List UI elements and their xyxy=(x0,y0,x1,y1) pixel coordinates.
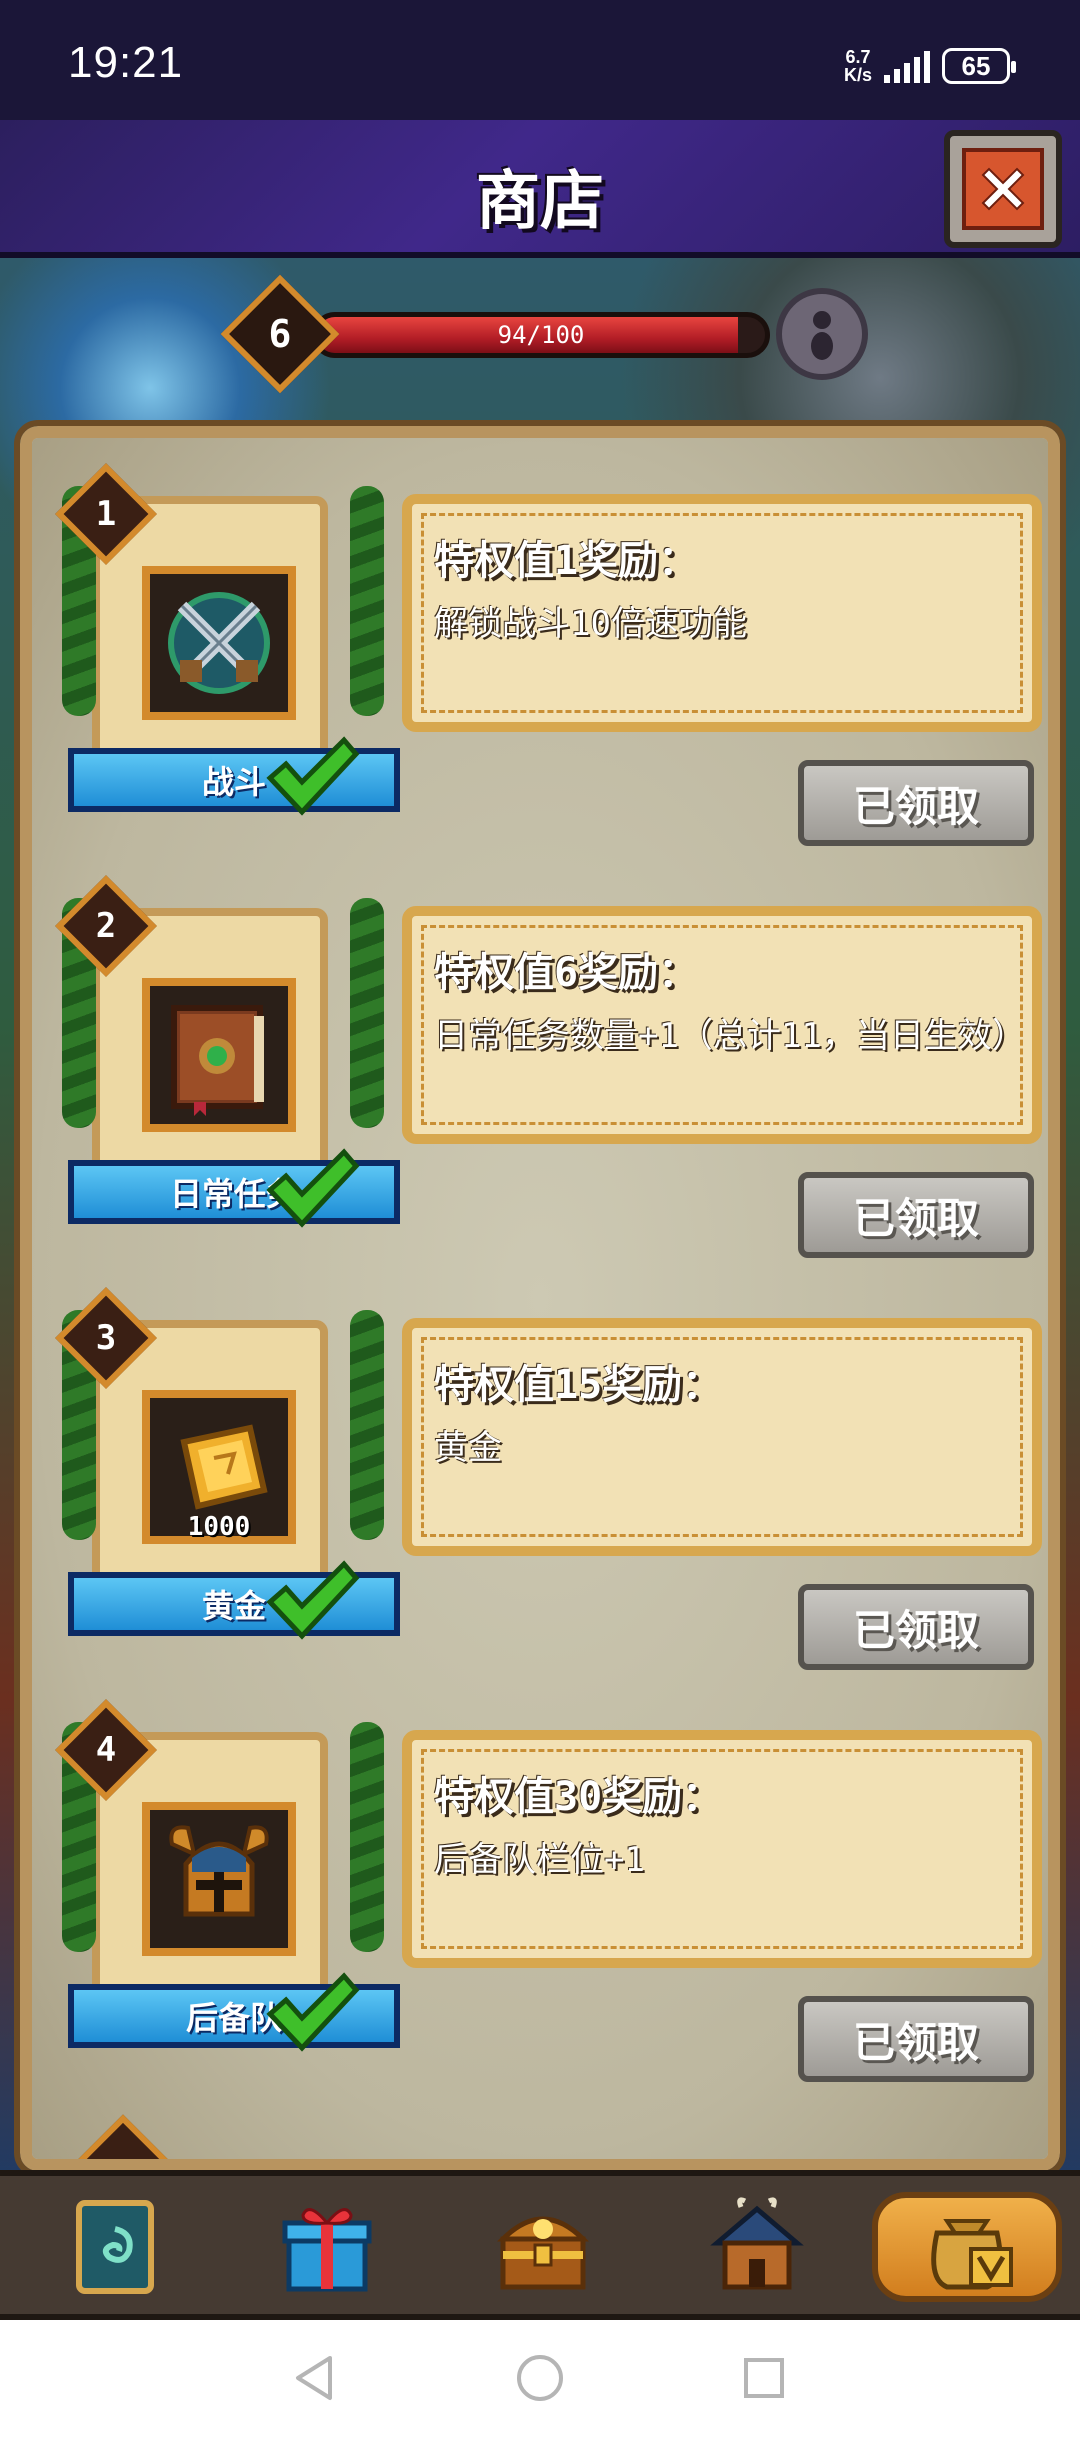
system-home-button[interactable] xyxy=(510,2348,570,2408)
item-quantity: 1000 xyxy=(187,1512,251,1542)
claimed-button[interactable]: 已领取 xyxy=(798,1584,1034,1670)
checkmark-icon xyxy=(266,736,360,816)
network-speed-unit: K/s xyxy=(843,65,872,85)
network-speed: 6.7 K/s xyxy=(844,48,872,84)
battery-level: 65 xyxy=(961,50,991,81)
nav-gift-button[interactable] xyxy=(272,2192,382,2302)
signal-icon xyxy=(884,49,930,83)
reward-description-box: 特权值15奖励： 黄金 xyxy=(402,1318,1042,1556)
recents-square-icon xyxy=(744,2358,784,2398)
status-bar: 19:21 6.7 K/s 65 xyxy=(0,0,1080,120)
vine-decoration xyxy=(350,486,384,716)
reward-description-box: 特权值6奖励： 日常任务数量+1（总计11，当日生效） xyxy=(402,906,1042,1144)
claimed-button[interactable]: 已领取 xyxy=(798,1172,1034,1258)
network-speed-value: 6.7 xyxy=(845,47,871,67)
reward-row: 1 战斗 特权值1奖励： 解锁战斗10倍速功能 已领取 xyxy=(32,456,1048,868)
home-circle-icon xyxy=(517,2355,563,2401)
rank-number: 3 xyxy=(95,1318,117,1358)
reward-description: 后备队栏位+1 xyxy=(434,1840,645,1880)
reward-list-panel: 1 战斗 特权值1奖励： 解锁战斗10倍速功能 已领取 2 日常任务 特权值6奖… xyxy=(14,420,1066,2177)
crossed-swords-icon xyxy=(142,566,296,720)
info-button[interactable] xyxy=(776,288,868,380)
card-icon xyxy=(76,2200,154,2294)
checkmark-icon xyxy=(266,1148,360,1228)
nav-chest-button[interactable] xyxy=(488,2192,598,2302)
vine-decoration xyxy=(350,898,384,1128)
vip-level-number: 6 xyxy=(268,312,292,356)
rank-number: 4 xyxy=(95,1730,117,1770)
status-indicators: 6.7 K/s 65 xyxy=(844,44,1016,88)
gift-box-icon xyxy=(282,2208,372,2292)
barracks-icon xyxy=(710,2197,804,2290)
nav-vip-button[interactable] xyxy=(872,2192,1062,2302)
page-title: 商店 xyxy=(476,165,604,239)
claimed-button[interactable]: 已领取 xyxy=(798,1996,1034,2082)
reward-title: 特权值15奖励： xyxy=(434,1362,723,1408)
status-time: 19:21 xyxy=(68,38,184,87)
bottom-nav xyxy=(0,2170,1080,2320)
reward-description-box: 特权值1奖励： 解锁战斗10倍速功能 xyxy=(402,494,1042,732)
close-button[interactable] xyxy=(944,130,1062,248)
vine-decoration xyxy=(350,1722,384,1952)
rank-number: 2 xyxy=(95,906,117,946)
treasure-chest-icon xyxy=(496,2216,590,2290)
item-label: 黄金 xyxy=(201,1587,266,1625)
back-triangle-icon xyxy=(296,2356,332,2400)
checkmark-icon xyxy=(266,1972,360,2052)
checkmark-icon xyxy=(266,1560,360,1640)
vip-progress-text: 94/100 xyxy=(497,321,585,349)
quest-book-icon xyxy=(142,978,296,1132)
nav-card-button[interactable] xyxy=(60,2192,170,2302)
nav-barracks-button[interactable] xyxy=(702,2192,812,2302)
system-navigation-bar xyxy=(0,2320,1080,2438)
reward-description: 黄金 xyxy=(434,1428,502,1468)
vine-decoration xyxy=(350,1310,384,1540)
reward-title: 特权值30奖励： xyxy=(434,1774,723,1820)
info-icon xyxy=(811,311,833,360)
close-icon xyxy=(962,148,1044,230)
claimed-button[interactable]: 已领取 xyxy=(798,760,1034,846)
rank-badge xyxy=(76,2114,170,2159)
reward-row: 3 1000 黄金 特权值15奖励： 黄金 已领取 xyxy=(32,1280,1048,1692)
reward-description-box: 特权值30奖励： 后备队栏位+1 xyxy=(402,1730,1042,1968)
reward-description: 解锁战斗10倍速功能 xyxy=(434,604,747,644)
item-label: 战斗 xyxy=(201,763,266,801)
system-recents-button[interactable] xyxy=(734,2348,794,2408)
header-bar: 商店 xyxy=(0,120,1080,258)
battery-icon: 65 xyxy=(942,48,1016,84)
reward-row: 2 日常任务 特权值6奖励： 日常任务数量+1（总计11，当日生效） 已领取 xyxy=(32,868,1048,1280)
reward-title: 特权值6奖励： xyxy=(434,950,699,996)
money-bag-vip-icon xyxy=(931,2219,1013,2290)
knight-helmet-icon xyxy=(142,1802,296,1956)
rank-number: 1 xyxy=(95,494,117,534)
reward-title: 特权值1奖励： xyxy=(434,538,699,584)
system-back-button[interactable] xyxy=(284,2348,344,2408)
shop-content: 94/100 6 1 战斗 特权值1奖励： 解锁战斗10倍速功能 已领取 2 日… xyxy=(0,258,1080,2178)
reward-row: 4 后备队 特权值30奖励： 后备队栏位+1 已领取 xyxy=(32,1692,1048,2104)
reward-description: 日常任务数量+1（总计11，当日生效） xyxy=(434,1016,1026,1056)
